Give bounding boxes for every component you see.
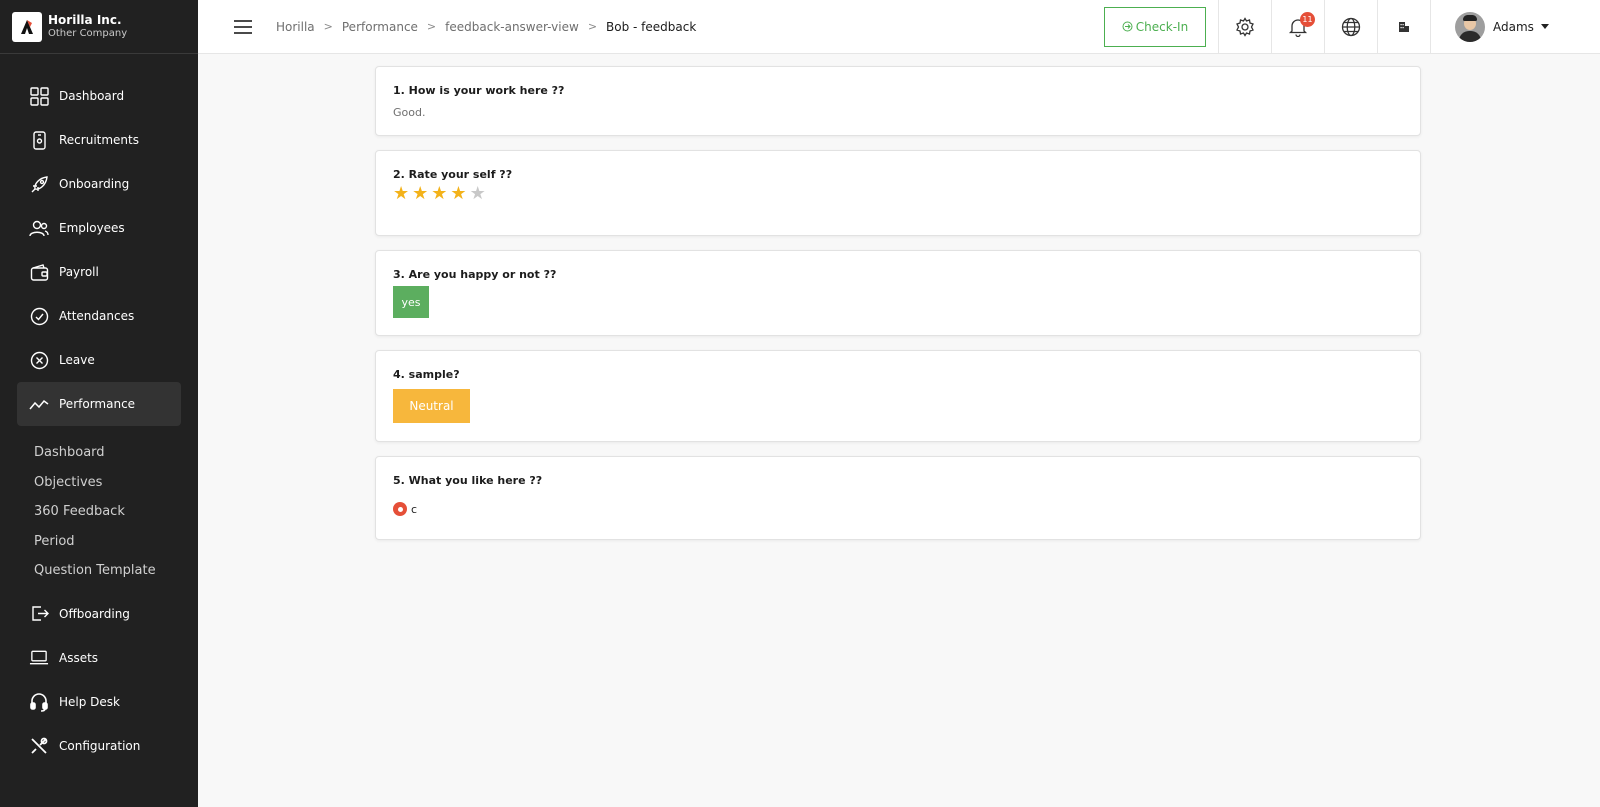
company-name: Horilla Inc.	[48, 13, 122, 28]
headset-icon	[29, 692, 49, 712]
sidebar-item-label: Assets	[59, 650, 99, 665]
sidebar-item-performance[interactable]: Performance	[17, 382, 181, 426]
breadcrumb-feedback-answer-view[interactable]: feedback-answer-view	[445, 20, 579, 34]
sidebar: Horilla Inc. Other Company Dashboard Rec…	[0, 0, 198, 807]
building-icon	[1399, 21, 1409, 32]
chevron-right-icon: >	[426, 20, 437, 33]
globe-icon	[1341, 17, 1361, 36]
check-circle-icon	[29, 306, 49, 326]
breadcrumb-current: Bob - feedback	[606, 19, 697, 34]
question-card: 2. Rate your self ?? ★ ★ ★ ★ ★	[375, 150, 1421, 236]
sidebar-nav: Dashboard Recruitments Onboarding Employ…	[0, 54, 198, 768]
company-button[interactable]	[1377, 0, 1430, 54]
performance-submenu: Dashboard Objectives 360 Feedback Period…	[0, 426, 198, 592]
sidebar-item-configuration[interactable]: Configuration	[17, 724, 181, 768]
answer-text: Good.	[393, 106, 426, 119]
sidebar-item-label: Attendances	[59, 309, 135, 323]
question-card: 5. What you like here ?? c	[375, 456, 1421, 540]
question-title: 4. sample?	[393, 368, 460, 381]
breadcrumb-horilla[interactable]: Horilla	[276, 20, 315, 34]
gear-icon	[1236, 16, 1254, 37]
sidebar-item-label: Onboarding	[59, 177, 130, 191]
company-logo-icon	[12, 11, 42, 42]
sidebar-item-dashboard[interactable]: Dashboard	[17, 74, 181, 118]
answer-badge: Neutral	[393, 389, 470, 423]
star-rating: ★ ★ ★ ★ ★	[393, 185, 1403, 203]
star-icon: ★	[412, 183, 429, 204]
feedback-answers: 1. How is your work here ?? Good. 2. Rat…	[375, 66, 1421, 554]
radio-label: c	[411, 502, 418, 516]
submenu-item-question-template[interactable]: Question Template	[34, 556, 198, 586]
submenu-item-dashboard[interactable]: Dashboard	[34, 438, 198, 468]
sidebar-item-help-desk[interactable]: Help Desk	[17, 680, 181, 724]
check-in-button[interactable]: Check-In	[1104, 6, 1206, 47]
sidebar-item-assets[interactable]: Assets	[17, 636, 181, 680]
sidebar-item-label: Recruitments	[59, 133, 139, 147]
chevron-down-icon	[1540, 24, 1549, 29]
question-title: 1. How is your work here ??	[393, 84, 565, 97]
question-title: 5. What you like here ??	[393, 474, 543, 487]
company-subtitle: Other Company	[48, 27, 128, 39]
sidebar-item-label: Configuration	[59, 738, 141, 753]
radio-selected-icon	[393, 502, 407, 516]
submenu-item-360-feedback[interactable]: 360 Feedback	[34, 497, 198, 527]
sidebar-item-label: Payroll	[59, 265, 99, 279]
avatar	[1455, 11, 1485, 42]
top-header: Horilla > Performance > feedback-answer-…	[198, 0, 1600, 54]
sidebar-item-payroll[interactable]: Payroll	[17, 250, 181, 294]
exit-icon	[29, 604, 49, 624]
trend-line-icon	[29, 394, 49, 414]
sidebar-item-label: Dashboard	[59, 89, 125, 103]
question-title: 2. Rate your self ??	[393, 168, 513, 181]
radio-answer: c	[393, 502, 1403, 516]
question-card: 3. Are you happy or not ?? yes	[375, 250, 1421, 336]
star-icon: ★	[450, 183, 467, 204]
star-icon: ★	[469, 183, 486, 204]
question-title: 3. Are you happy or not ??	[393, 268, 557, 281]
breadcrumb-performance[interactable]: Performance	[342, 20, 418, 34]
question-card: 4. sample? Neutral	[375, 350, 1421, 442]
star-icon: ★	[393, 183, 410, 204]
question-card: 1. How is your work here ?? Good.	[375, 66, 1421, 136]
language-button[interactable]	[1324, 0, 1377, 54]
notification-badge: 11	[1300, 11, 1315, 27]
user-name: Adams	[1493, 19, 1534, 34]
sidebar-item-onboarding[interactable]: Onboarding	[17, 162, 181, 206]
breadcrumb: Horilla > Performance > feedback-answer-…	[276, 20, 696, 34]
laptop-icon	[29, 648, 49, 668]
sidebar-item-label: Help Desk	[59, 694, 120, 709]
sidebar-item-employees[interactable]: Employees	[17, 206, 181, 250]
rocket-icon	[29, 174, 49, 194]
phone-id-icon	[29, 130, 49, 150]
sidebar-item-attendances[interactable]: Attendances	[17, 294, 181, 338]
dashboard-grid-icon	[29, 86, 49, 106]
answer-badge: yes	[393, 286, 429, 318]
user-menu[interactable]: Adams	[1430, 0, 1600, 54]
notifications-button[interactable]: 11	[1271, 0, 1324, 54]
chevron-right-icon: >	[587, 20, 598, 33]
users-icon	[29, 218, 49, 238]
check-in-icon	[1122, 21, 1133, 32]
sidebar-item-label: Leave	[59, 353, 95, 367]
chevron-right-icon: >	[323, 20, 333, 33]
sidebar-item-label: Performance	[59, 397, 136, 411]
tools-icon	[29, 736, 49, 756]
sidebar-item-leave[interactable]: Leave	[17, 338, 181, 382]
sidebar-item-offboarding[interactable]: Offboarding	[17, 592, 181, 636]
hamburger-menu-icon[interactable]	[234, 19, 252, 34]
sidebar-item-label: Employees	[59, 221, 125, 235]
company-switcher[interactable]: Horilla Inc. Other Company	[0, 0, 198, 54]
sidebar-item-recruitments[interactable]: Recruitments	[17, 118, 181, 162]
settings-button[interactable]	[1218, 0, 1271, 54]
wallet-icon	[29, 262, 49, 282]
sidebar-item-label: Offboarding	[59, 606, 130, 621]
star-icon: ★	[431, 183, 448, 204]
submenu-item-period[interactable]: Period	[34, 527, 198, 557]
check-in-label: Check-In	[1135, 19, 1189, 34]
x-circle-icon	[29, 350, 49, 370]
submenu-item-objectives[interactable]: Objectives	[34, 468, 198, 498]
